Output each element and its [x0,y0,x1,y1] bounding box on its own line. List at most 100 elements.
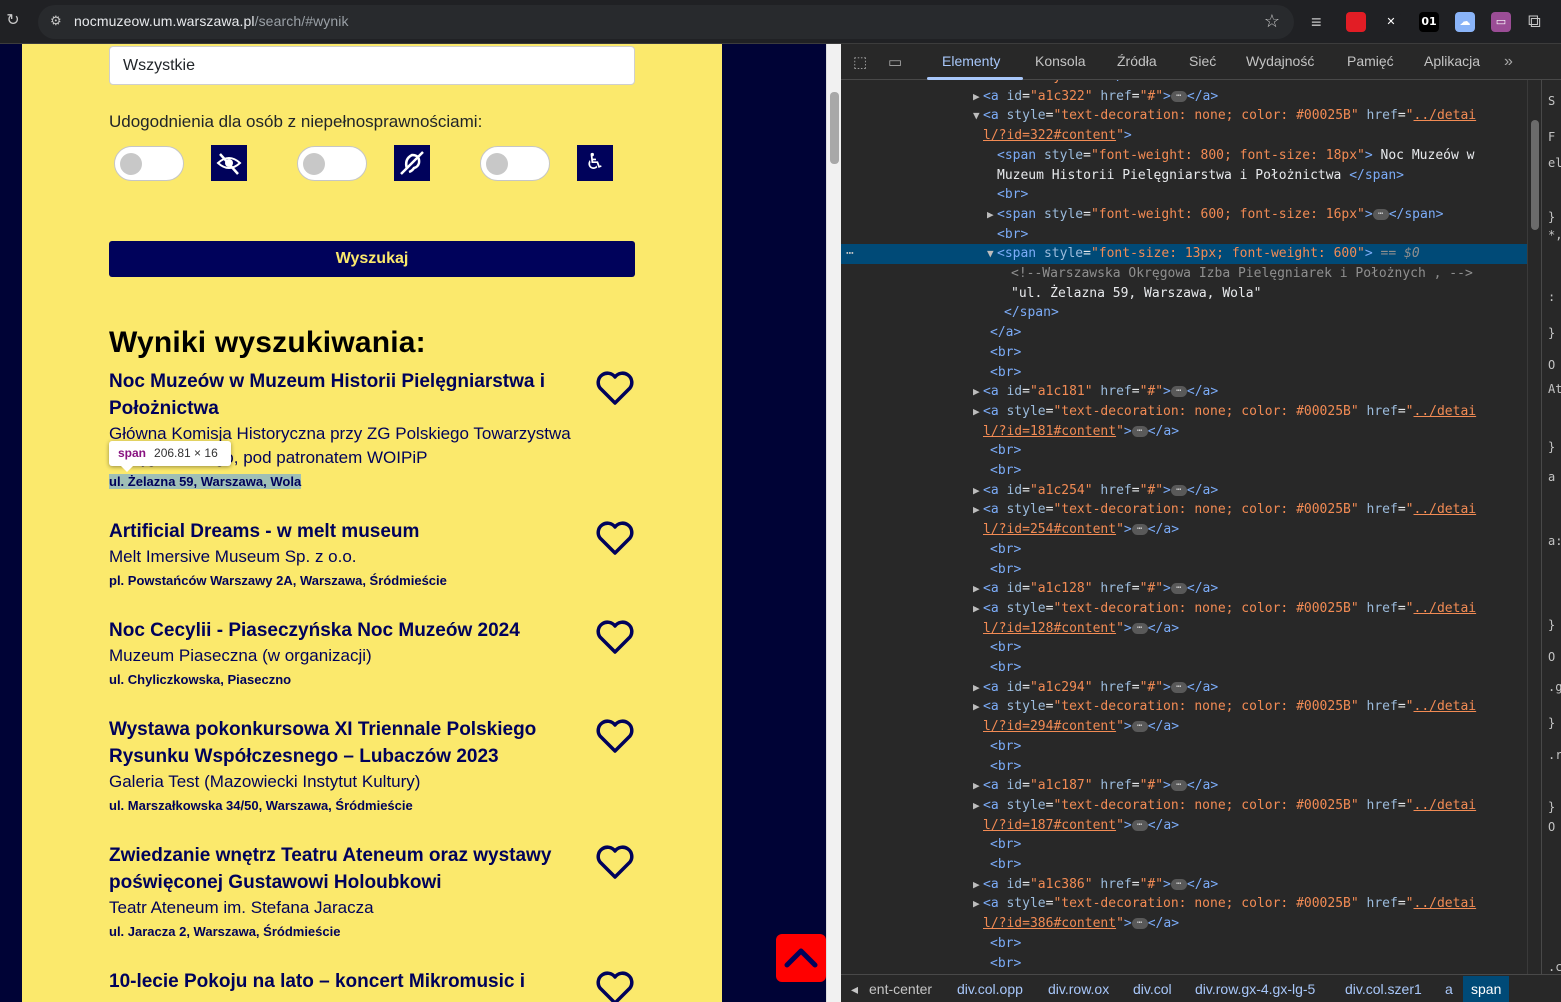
expand-triangle-icon[interactable]: ▶ [973,894,980,913]
collapse-triangle-icon[interactable]: ▼ [973,106,980,125]
more-tabs-chevron-icon[interactable]: » [1504,53,1513,71]
dom-line[interactable]: ▶ <span style="font-weight: 600; font-siz… [841,205,1528,225]
styles-sidebar[interactable]: SFel}*,:}OAt}aa:}O.g}.r}O.cflm [1541,80,1561,1002]
tab-network[interactable]: Sieć [1189,53,1216,69]
01-extension-icon[interactable]: 01 [1419,12,1439,32]
dom-line[interactable]: ▶ <a id="a1c187" href="#"> ⋯ </a> [841,776,1528,796]
dom-line[interactable]: <br> [841,737,1528,757]
breadcrumb-item[interactable]: div.col.szer1 [1345,981,1422,997]
expand-triangle-icon[interactable]: ▶ [973,500,980,519]
expand-triangle-icon[interactable]: ▶ [973,481,980,500]
back-to-top-button[interactable] [776,934,826,982]
favorite-heart-icon[interactable] [595,718,635,754]
dom-line[interactable]: ▶ <a id="a1c386" href="#"> ⋯ </a> [841,875,1528,895]
dom-line[interactable]: <span style="font-weight: 800; font-size… [841,146,1528,166]
address-bar[interactable]: ⚙ nocmuzeow.um.warszawa.pl/search/#wynik… [38,5,1294,39]
dom-line-selected[interactable]: ⋯ ▼ <span style="font-size: 13px; font-wei… [841,244,1528,265]
breadcrumb-item[interactable]: div.col.opp [957,981,1023,997]
dom-line[interactable]: <br> [841,343,1528,363]
dom-line[interactable]: <br> [841,934,1528,954]
dom-line[interactable]: <br> [841,185,1528,205]
dom-tree-scrollbar[interactable] [1527,80,1541,974]
dom-line[interactable]: <br> [841,225,1528,245]
tab-sources[interactable]: Źródła [1117,53,1157,69]
search-button[interactable]: Wyszukaj [109,241,635,277]
dom-line[interactable]: <br> [841,363,1528,383]
dom-line[interactable]: ▶ <a style="text-decoration: none; color:… [841,894,1528,914]
dom-line[interactable]: ▼ <a style="text-decoration: none; color:… [841,106,1528,126]
reading-list-icon[interactable]: ≡ [1311,12,1322,33]
result-title[interactable]: Artificial Dreams - w melt museum [109,518,609,545]
url-text[interactable]: nocmuzeow.um.warszawa.pl/search/#wynik [74,13,349,29]
breadcrumb-item[interactable]: div.col [1133,981,1172,997]
dom-line[interactable]: <br> [841,638,1528,658]
ublock-icon[interactable] [1346,12,1366,32]
expand-triangle-icon[interactable]: ▶ [973,402,980,421]
expand-triangle-icon[interactable]: ▶ [973,599,980,618]
breadcrumb-item[interactable]: ent-center [869,981,932,997]
expand-triangle-icon[interactable]: ▶ [973,697,980,716]
site-settings-icon[interactable]: ⚙ [50,13,62,29]
dom-line[interactable]: ▶ <a id="a1c254" href="#"> ⋯ </a> [841,481,1528,501]
dom-line[interactable]: Muzeum Historii Pielęgniarstwa i Położni… [841,166,1528,186]
reload-icon[interactable]: ↻ [4,12,22,30]
dom-line[interactable]: ▶ <a id="a1c322" href="#"> ⋯ </a> [841,87,1528,107]
result-item[interactable]: 10-lecie Pokoju na lato – koncert Mikrom… [109,968,609,995]
dom-line[interactable]: <br> [841,658,1528,678]
dom-line[interactable]: <br> [841,441,1528,461]
result-title[interactable]: Noc Muzeów w Muzeum Historii Pielęgniars… [109,368,599,422]
breadcrumb-item[interactable]: span [1463,976,1510,1002]
page-scrollbar[interactable] [826,44,841,1002]
dom-line[interactable]: </a> [841,323,1528,343]
dom-line[interactable]: l/?id=181#content"> ⋯ </a> [841,422,1528,442]
result-title[interactable]: 10-lecie Pokoju na lato – koncert Mikrom… [109,968,609,995]
breadcrumb-item[interactable]: a [1445,981,1453,997]
tab-application[interactable]: Aplikacja [1424,53,1480,69]
dom-line[interactable]: l/?id=386#content"> ⋯ </a> [841,914,1528,934]
result-item[interactable]: Zwiedzanie wnętrz Teatru Ateneum oraz wy… [109,842,599,944]
bookmark-star-icon[interactable]: ☆ [1264,11,1280,32]
dom-line[interactable]: l/?id=294#content"> ⋯ </a> [841,717,1528,737]
expand-triangle-icon[interactable]: ▶ [973,678,980,697]
result-item[interactable]: Wystawa pokonkursowa XI Triennale Polski… [109,716,589,818]
favorite-heart-icon[interactable] [595,370,635,406]
dom-tree-scrollbar-thumb[interactable] [1531,120,1539,230]
result-item[interactable]: Noc Muzeów w Muzeum Historii Pielęgniars… [109,368,599,494]
dom-line[interactable]: ▶ <a style="text-decoration: none; color:… [841,402,1528,422]
dom-line[interactable]: ▶ <a style="text-decoration: none; color:… [841,697,1528,717]
breadcrumb-item[interactable]: div.row.gx-4.gx-lg-5 [1195,981,1315,997]
dom-line[interactable]: ▶ <a style="text-decoration: none; color:… [841,599,1528,619]
tab-elements[interactable]: Elementy [942,53,1000,69]
dom-tree[interactable]: <h2 id="wynik"> </h2>▶<a id="a1c322" hre… [841,80,1528,974]
dom-line[interactable]: ▶ <a id="a1c181" href="#"> ⋯ </a> [841,382,1528,402]
cloud-extension-icon[interactable]: ☁ [1455,12,1475,32]
dom-line[interactable]: <br> [841,757,1528,777]
wheelchair-toggle[interactable] [480,146,550,181]
favorite-heart-icon[interactable] [595,970,635,1002]
tab-console[interactable]: Konsola [1035,53,1086,69]
collapse-triangle-icon[interactable]: ▼ [987,244,994,263]
dom-line[interactable]: l/?id=254#content"> ⋯ </a> [841,520,1528,540]
expand-triangle-icon[interactable]: ▶ [973,382,980,401]
dom-line[interactable]: l/?id=322#content"> [841,126,1528,146]
tab-memory[interactable]: Pamięć [1347,53,1394,69]
result-item[interactable]: Artificial Dreams - w melt museum Melt I… [109,518,609,593]
dom-line[interactable]: <br> [841,540,1528,560]
dom-line[interactable]: ▶ <a style="text-decoration: none; color:… [841,796,1528,816]
hearing-impairment-toggle[interactable] [297,146,367,181]
favorite-heart-icon[interactable] [595,619,635,655]
dom-line[interactable]: ▶ <a id="a1c294" href="#"> ⋯ </a> [841,678,1528,698]
expand-triangle-icon[interactable]: ▶ [987,205,994,224]
extensions-puzzle-icon[interactable]: ⧉ [1528,11,1541,32]
visual-impairment-toggle[interactable] [114,146,184,181]
result-item[interactable]: Noc Cecylii - Piaseczyńska Noc Muzeów 20… [109,617,609,692]
dom-line[interactable]: </span> [841,303,1528,323]
dom-line[interactable]: <!--Warszawska Okręgowa Izba Pielęgniare… [841,264,1528,284]
expand-triangle-icon[interactable]: ▶ [973,796,980,815]
dom-line[interactable]: <br> [841,835,1528,855]
result-title[interactable]: Zwiedzanie wnętrz Teatru Ateneum oraz wy… [109,842,599,896]
expand-triangle-icon[interactable]: ▶ [973,579,980,598]
dom-line[interactable]: <br> [841,461,1528,481]
expand-triangle-icon[interactable]: ▶ [973,875,980,894]
dom-line[interactable]: l/?id=187#content"> ⋯ </a> [841,816,1528,836]
